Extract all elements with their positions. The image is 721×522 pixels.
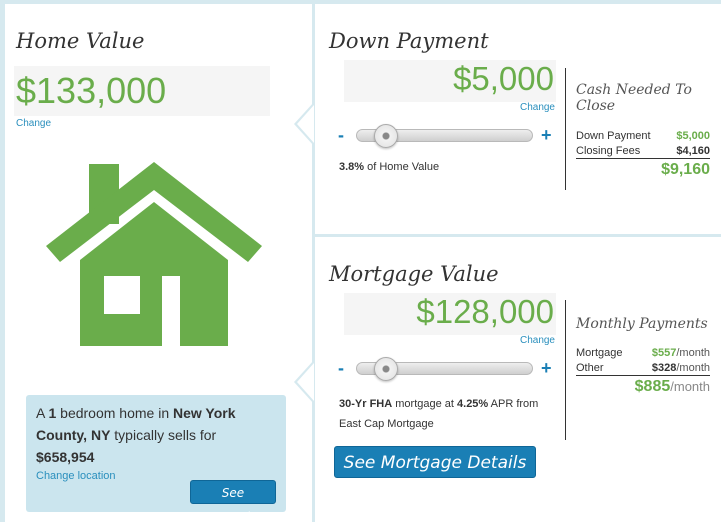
cash-row-value: $4,160 [676,145,710,157]
mortgage-terms-middle: mortgage at [392,398,458,410]
monthly-total-rule [576,375,710,376]
mortgage-value-change-link[interactable]: Change [470,335,555,346]
mortgage-terms-text: 30-Yr FHA mortgage at 4.25% APR from East… [339,394,559,434]
panel-divider-vertical [312,4,315,522]
top-border [0,0,721,4]
location-text-prefix: A [36,405,49,421]
change-location-link[interactable]: Change location [36,470,116,482]
location-text-suffix: typically sells for [110,427,217,443]
typical-price: $658,954 [36,449,95,465]
down-payment-percent-text: 3.8% of Home Value [339,161,439,173]
loan-type: 30-Yr FHA [339,398,393,410]
lender-name: East Cap Mortgage [339,418,434,430]
down-payment-decrease-button[interactable]: - [338,125,344,146]
cash-row-label: Closing Fees [576,145,641,157]
monthly-payments-total: $885/month [590,378,710,396]
monthly-row-amount: $328 [651,362,677,374]
location-text-middle: bedroom home in [56,405,173,421]
down-payment-change-link[interactable]: Change [470,102,555,113]
cash-total-rule [576,158,710,159]
pointer-notch-inner [297,363,314,401]
down-payment-slider-knob[interactable] [374,124,399,148]
monthly-payments-title: Monthly Payments [576,316,708,332]
see-mortgage-details-button[interactable]: See Mortgage Details [334,446,536,478]
monthly-row-label: Other [576,362,604,374]
apr-suffix: APR from [488,398,539,410]
mortgage-value-amount: $128,000 [416,293,554,330]
down-payment-amount: $5,000 [453,60,554,97]
monthly-row-value: $557/month [620,347,710,359]
monthly-row-unit: /month [676,362,710,374]
mortgage-decrease-button[interactable]: - [338,358,344,379]
home-value-title: Home Value [16,29,145,53]
mortgage-slider-knob[interactable] [374,357,399,381]
monthly-row-value: $328/month [620,362,710,374]
down-payment-percent-suffix: of Home Value [364,161,440,173]
cash-needed-total: $9,160 [661,161,710,178]
cash-needed-separator [565,68,566,190]
monthly-row-unit: /month [676,347,710,359]
apr-value: 4.25% [457,398,489,410]
pointer-notch-inner [297,105,314,143]
cash-row-value: $5,000 [676,130,710,142]
down-payment-percent: 3.8% [339,161,365,173]
monthly-total-amount: $885 [634,378,671,395]
monthly-row-label: Mortgage [576,347,623,359]
location-description: A 1 bedroom home in New York County, NY … [36,402,276,468]
house-icon [46,162,262,346]
panel-divider-horizontal [312,234,721,237]
see-properties-button[interactable]: See Properties [190,480,276,522]
mortgage-increase-button[interactable]: + [541,358,552,379]
mortgage-value-title: Mortgage Value [329,262,499,286]
monthly-total-unit: /month [670,379,710,394]
home-value-change-link[interactable]: Change [16,118,51,129]
down-payment-increase-button[interactable]: + [541,125,552,146]
monthly-row-amount: $557 [651,347,677,359]
down-payment-title: Down Payment [329,29,489,53]
monthly-payments-separator [565,300,566,440]
left-border [0,0,5,522]
cash-needed-title: Cash Needed To Close [576,82,692,114]
home-value-amount: $133,000 [16,70,167,111]
